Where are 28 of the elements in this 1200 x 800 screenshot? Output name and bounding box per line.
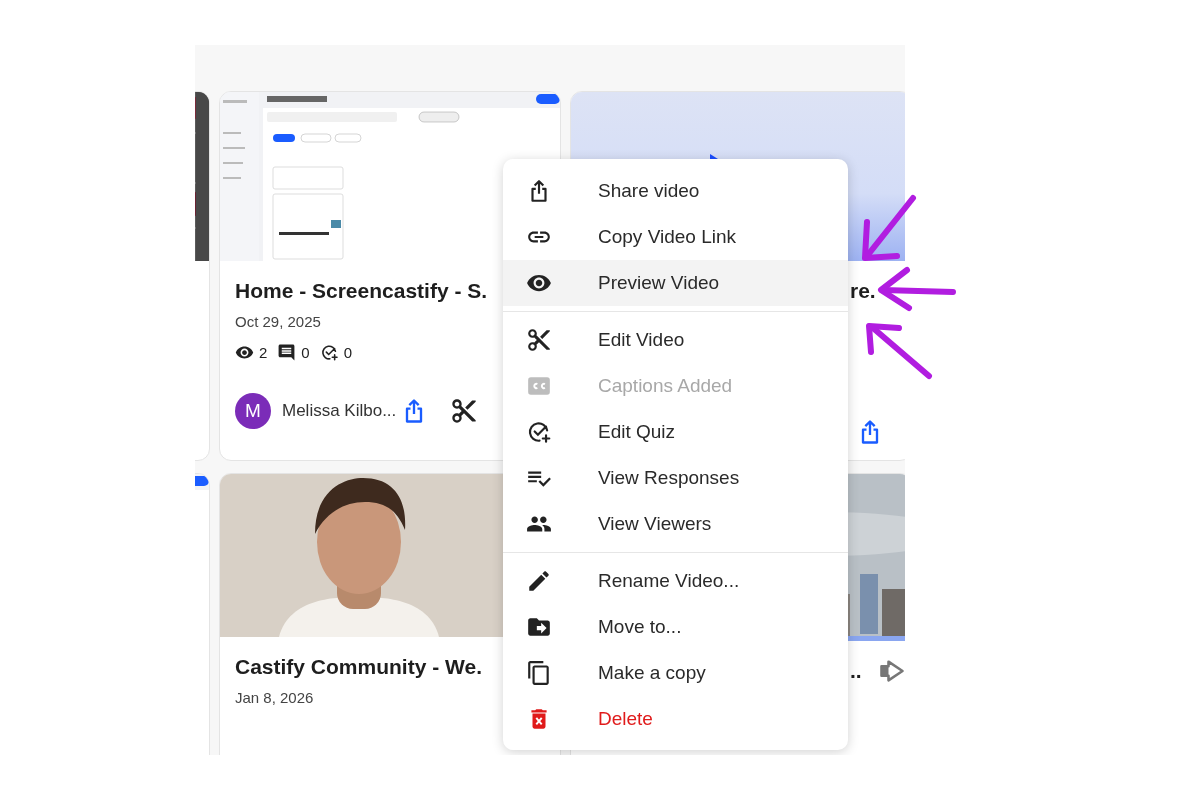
menu-item[interactable]: Edit Video	[503, 317, 848, 363]
scissors-icon	[526, 327, 552, 353]
video-title[interactable]: ..	[850, 658, 896, 684]
menu-item[interactable]: Delete	[503, 696, 848, 742]
menu-item[interactable]: Make a copy	[503, 650, 848, 696]
menu-item[interactable]: Edit Quiz	[503, 409, 848, 455]
pencil-icon	[526, 568, 552, 594]
menu-item[interactable]: Rename Video...	[503, 558, 848, 604]
menu-item[interactable]: View Responses	[503, 455, 848, 501]
menu-item[interactable]: Copy Video Link	[503, 214, 848, 260]
stat-count: 0	[301, 343, 310, 362]
menu-item[interactable]: Share video	[503, 168, 848, 214]
stat-count: 0	[343, 343, 353, 362]
video-date: Jan 8, 2026	[235, 688, 315, 708]
scissors-icon[interactable]	[450, 397, 478, 425]
video-title[interactable]: re.	[850, 278, 896, 304]
menu-item[interactable]: Move to...	[503, 604, 848, 650]
comment-icon	[277, 343, 297, 362]
copy-icon	[526, 660, 552, 686]
menu-item[interactable]: View Viewers	[503, 501, 848, 547]
check-plus-icon	[319, 343, 339, 362]
stat-count: 2	[259, 343, 268, 362]
check-plus-icon	[526, 419, 552, 445]
owner-name: Melissa Kilbo...	[282, 401, 398, 421]
arrow-icon[interactable]	[878, 657, 905, 685]
menu-item[interactable]: Preview Video	[503, 260, 848, 306]
video-date: Oct 29, 2025	[235, 312, 322, 332]
avatar: M	[235, 393, 271, 429]
